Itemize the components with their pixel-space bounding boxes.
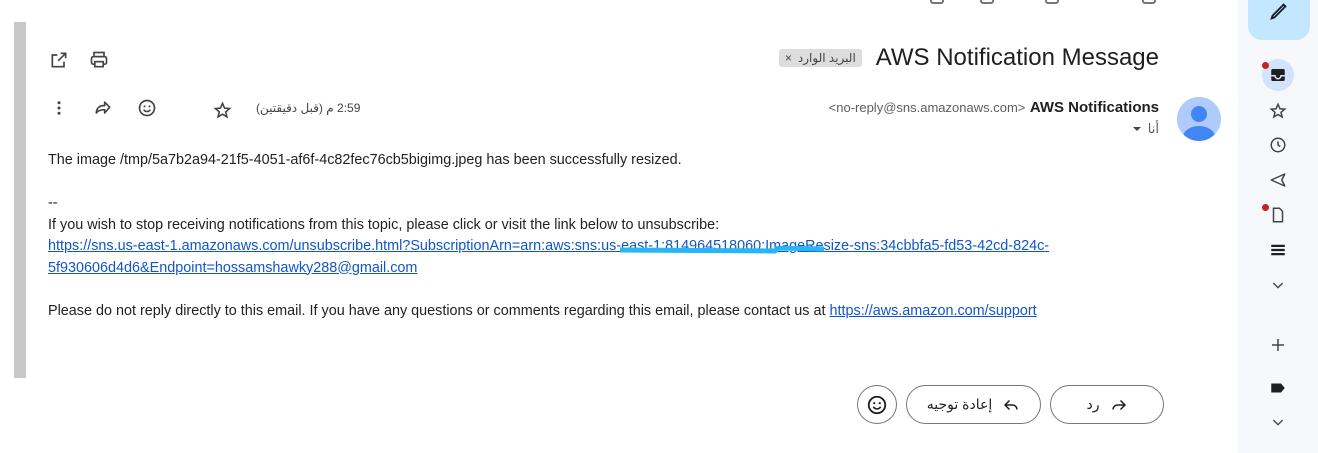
sender-email[interactable]: <no-reply@sns.amazonaws.com> [829,100,1026,115]
support-link[interactable]: https://aws.amazon.com/support [830,303,1037,319]
print-icon [90,51,108,68]
label-chip-text: البريد الوارد [797,51,856,65]
more-options-button[interactable] [45,94,73,122]
print-button[interactable] [85,46,113,74]
unsubscribe-text: If you wish to stop receiving notificati… [48,216,720,233]
toolbar-icon-partial[interactable] [930,0,944,4]
open-in-new-window-button[interactable] [45,46,73,74]
star-icon [1269,102,1287,119]
clock-icon [1270,137,1286,153]
star-button[interactable] [208,96,236,124]
compose-button[interactable] [1248,0,1310,40]
forward-icon [95,101,111,114]
rail-labels-more[interactable] [1264,408,1292,436]
inbox-icon [1271,69,1285,81]
rail-sent[interactable] [1264,166,1292,194]
categories-icon [1271,244,1285,256]
rail-starred[interactable] [1264,97,1292,125]
caret-down-icon [1132,127,1141,131]
rail-create-label[interactable] [1264,331,1292,359]
message-timestamp: 2:59 م (قبل دقيقتين) [256,101,361,115]
unsubscribe-link[interactable]: https://sns.us-east-1.amazonaws.com/unsu… [48,238,1049,276]
signature-separator: -- [48,195,58,211]
forward-label: إعادة توجيه [926,396,993,412]
forward-arrow-icon [1004,399,1018,410]
chevron-down-icon [1272,419,1284,426]
toolbar-icon-partial[interactable] [980,0,994,4]
reaction-button[interactable] [857,385,897,424]
recipient-label: أنا [1147,121,1159,136]
unsubscribe-link-line1: https://sns.us-east-1.amazonaws.com/unsu… [48,238,1050,254]
sender-info: <no-reply@sns.amazonaws.com> AWS Notific… [829,99,1159,117]
rail-more[interactable] [1264,271,1292,299]
email-subject: AWS Notification Message [875,44,1159,71]
remove-label-icon[interactable]: × [785,51,792,65]
plus-icon [1272,339,1284,351]
open-in-new-window-icon [51,52,67,68]
sender-avatar[interactable] [1177,97,1221,141]
toolbar-icon-partial[interactable] [1045,0,1059,4]
subject-row: AWS Notification Message البريد الوارد × [778,44,1159,72]
avatar-person-icon [1177,97,1221,141]
body-line-resized: The image /tmp/5a7b2a94-21f5-4051-af6f-4… [48,152,682,168]
forward-pill-button[interactable]: إعادة توجيه [906,385,1041,424]
email-body: The image /tmp/5a7b2a94-21f5-4051-af6f-4… [48,150,1058,322]
star-icon [212,100,232,119]
rail-label[interactable] [1264,374,1292,402]
reply-label: رد [1086,396,1100,412]
support-text: Please do not reply directly to this ema… [48,302,830,319]
forward-button[interactable] [89,94,117,122]
top-toolbar-partial [0,0,1238,6]
draft-icon [1272,207,1284,223]
add-reaction-button[interactable] [133,94,161,122]
recipient-details[interactable]: أنا [1132,121,1159,137]
emoji-icon [138,99,156,117]
more-vert-icon [57,101,61,115]
inbox-label-chip[interactable]: البريد الوارد × [778,49,862,67]
notification-dot [1262,62,1269,69]
notification-dot [1262,204,1269,211]
reply-arrow-icon [1111,399,1126,410]
reply-pill-button[interactable]: رد [1050,385,1164,424]
redaction-mark [620,246,824,254]
left-scroll-strip [14,22,26,378]
rail-categories[interactable] [1264,236,1292,264]
unsubscribe-link-wrapper: https://sns.us-east-1.amazonaws.com/unsu… [48,236,1058,279]
chevron-down-icon [1272,282,1284,289]
sender-name[interactable]: AWS Notifications [1030,99,1159,116]
label-icon [1271,383,1285,393]
emoji-icon [867,395,887,414]
unsubscribe-link-line2: 5f930606d4d6&Endpoint=hossamshawky288@gm… [48,259,418,276]
toolbar-icon-partial[interactable] [1142,0,1156,4]
pencil-icon [1270,3,1287,20]
rail-snoozed[interactable] [1264,131,1292,159]
support-paragraph: Please do not reply directly to this ema… [48,301,1058,323]
send-icon [1270,173,1286,187]
